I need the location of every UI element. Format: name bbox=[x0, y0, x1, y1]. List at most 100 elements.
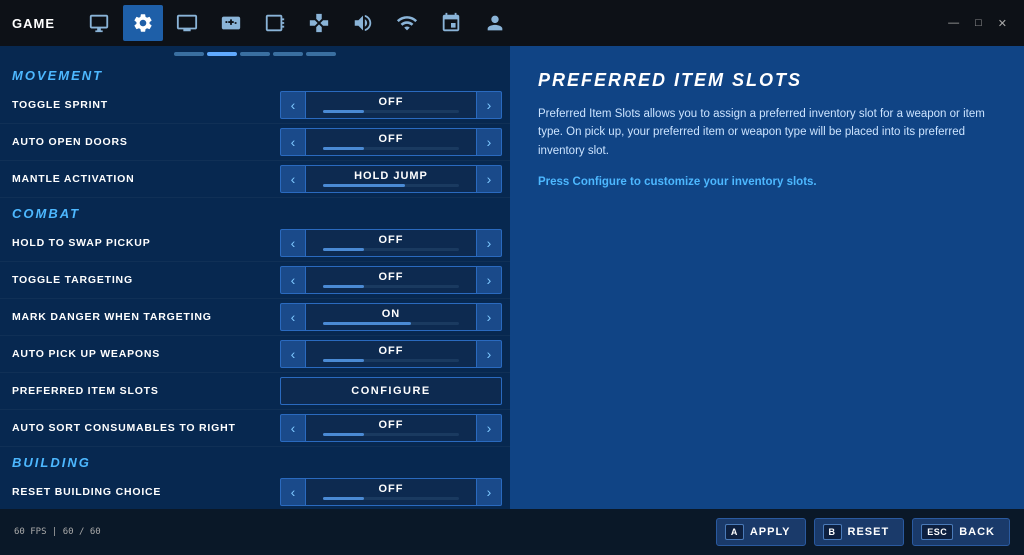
toggle-sprint-row: TOGGLE SPRINT ‹ OFF › bbox=[0, 87, 510, 124]
auto-pick-up-value-box: OFF bbox=[306, 340, 476, 368]
toggle-targeting-left-arrow[interactable]: ‹ bbox=[280, 266, 306, 294]
controller2-nav-icon[interactable] bbox=[431, 5, 471, 41]
apply-button[interactable]: A APPLY bbox=[716, 518, 806, 546]
apply-label: APPLY bbox=[750, 526, 791, 538]
reset-building-value: OFF bbox=[379, 484, 404, 495]
toggle-targeting-slider bbox=[323, 285, 459, 288]
display-nav-icon[interactable] bbox=[167, 5, 207, 41]
hold-to-swap-left-arrow[interactable]: ‹ bbox=[280, 229, 306, 257]
reset-button[interactable]: B RESET bbox=[814, 518, 905, 546]
toggle-targeting-fill bbox=[323, 285, 364, 288]
auto-pick-up-right-arrow[interactable]: › bbox=[476, 340, 502, 368]
right-panel-title: PREFERRED ITEM SLOTS bbox=[538, 70, 996, 91]
back-button[interactable]: ESC BACK bbox=[912, 518, 1010, 546]
mark-danger-control: ‹ ON › bbox=[280, 303, 502, 331]
reset-building-right-arrow[interactable]: › bbox=[476, 478, 502, 506]
auto-open-doors-fill bbox=[323, 147, 364, 150]
mark-danger-right-arrow[interactable]: › bbox=[476, 303, 502, 331]
preferred-item-slots-configure-btn[interactable]: CONFIGURE bbox=[280, 377, 502, 405]
auto-open-doors-slider bbox=[323, 147, 459, 150]
auto-pick-up-slider bbox=[323, 359, 459, 362]
toggle-targeting-value-box: OFF bbox=[306, 266, 476, 294]
minimize-btn[interactable]: — bbox=[943, 15, 964, 32]
auto-sort-left-arrow[interactable]: ‹ bbox=[280, 414, 306, 442]
right-panel-config-link[interactable]: Press Configure to customize your invent… bbox=[538, 176, 996, 188]
hold-to-swap-slider bbox=[323, 248, 459, 251]
toggle-sprint-control: ‹ OFF › bbox=[280, 91, 502, 119]
toggle-sprint-fill bbox=[323, 110, 364, 113]
auto-pick-up-row: AUTO PICK UP WEAPONS ‹ OFF › bbox=[0, 336, 510, 373]
toggle-sprint-value: OFF bbox=[379, 97, 404, 108]
audio-nav-icon[interactable] bbox=[343, 5, 383, 41]
toggle-sprint-right-arrow[interactable]: › bbox=[476, 91, 502, 119]
auto-pick-up-value: OFF bbox=[379, 346, 404, 357]
mantle-activation-right-arrow[interactable]: › bbox=[476, 165, 502, 193]
auto-sort-fill bbox=[323, 433, 364, 436]
keyboard-nav-icon[interactable] bbox=[211, 5, 251, 41]
toggle-targeting-value: OFF bbox=[379, 272, 404, 283]
mantle-activation-control: ‹ HOLD JUMP › bbox=[280, 165, 502, 193]
toggle-sprint-slider bbox=[323, 110, 459, 113]
scroll-dot-1 bbox=[174, 52, 204, 56]
close-btn[interactable]: ✕ bbox=[993, 15, 1012, 32]
right-panel: PREFERRED ITEM SLOTS Preferred Item Slot… bbox=[510, 46, 1024, 509]
mantle-activation-value: HOLD JUMP bbox=[354, 171, 428, 182]
combat-heading: COMBAT bbox=[0, 198, 510, 225]
scroll-indicator bbox=[0, 46, 510, 60]
hold-to-swap-row: HOLD TO SWAP PICKUP ‹ OFF › bbox=[0, 225, 510, 262]
preferred-item-slots-configure-text: CONFIGURE bbox=[351, 385, 431, 397]
network-nav-icon[interactable] bbox=[387, 5, 427, 41]
hold-to-swap-value: OFF bbox=[379, 235, 404, 246]
toggle-sprint-left-arrow[interactable]: ‹ bbox=[280, 91, 306, 119]
auto-pick-up-control: ‹ OFF › bbox=[280, 340, 502, 368]
scroll-dot-2 bbox=[207, 52, 237, 56]
right-panel-description: Preferred Item Slots allows you to assig… bbox=[538, 105, 996, 160]
keyboard2-nav-icon[interactable] bbox=[255, 5, 295, 41]
hold-to-swap-control: ‹ OFF › bbox=[280, 229, 502, 257]
reset-label: RESET bbox=[848, 526, 890, 538]
auto-pick-up-left-arrow[interactable]: ‹ bbox=[280, 340, 306, 368]
auto-open-doors-value: OFF bbox=[379, 134, 404, 145]
auto-sort-value-box: OFF bbox=[306, 414, 476, 442]
reset-building-value-box: OFF bbox=[306, 478, 476, 506]
movement-heading: MOVEMENT bbox=[0, 60, 510, 87]
preferred-item-slots-label: PREFERRED ITEM SLOTS bbox=[12, 385, 280, 397]
window-controls: — □ ✕ bbox=[943, 15, 1012, 32]
fps-display: 60 FPS | 60 / 60 bbox=[14, 527, 101, 537]
preferred-item-slots-control: CONFIGURE bbox=[280, 377, 502, 405]
building-heading: BUILDING bbox=[0, 447, 510, 474]
auto-open-doors-right-arrow[interactable]: › bbox=[476, 128, 502, 156]
mark-danger-fill bbox=[323, 322, 411, 325]
reset-building-slider bbox=[323, 497, 459, 500]
gear-nav-icon[interactable] bbox=[123, 5, 163, 41]
toggle-targeting-label: TOGGLE TARGETING bbox=[12, 274, 280, 286]
mantle-activation-left-arrow[interactable]: ‹ bbox=[280, 165, 306, 193]
mark-danger-value: ON bbox=[382, 309, 401, 320]
preferred-item-slots-row: PREFERRED ITEM SLOTS CONFIGURE bbox=[0, 373, 510, 410]
toggle-sprint-value-box: OFF bbox=[306, 91, 476, 119]
reset-building-label: RESET BUILDING CHOICE bbox=[12, 486, 280, 498]
auto-sort-right-arrow[interactable]: › bbox=[476, 414, 502, 442]
hold-to-swap-label: HOLD TO SWAP PICKUP bbox=[12, 237, 280, 249]
auto-open-doors-left-arrow[interactable]: ‹ bbox=[280, 128, 306, 156]
hold-to-swap-fill bbox=[323, 248, 364, 251]
top-bar: GAME bbox=[0, 0, 1024, 46]
scroll-dot-3 bbox=[240, 52, 270, 56]
gamepad-nav-icon[interactable] bbox=[299, 5, 339, 41]
reset-key: B bbox=[823, 524, 842, 540]
reset-building-left-arrow[interactable]: ‹ bbox=[280, 478, 306, 506]
toggle-targeting-right-arrow[interactable]: › bbox=[476, 266, 502, 294]
auto-open-doors-value-box: OFF bbox=[306, 128, 476, 156]
user-nav-icon[interactable] bbox=[475, 5, 515, 41]
auto-sort-label: AUTO SORT CONSUMABLES TO RIGHT bbox=[12, 422, 280, 434]
auto-sort-value: OFF bbox=[379, 420, 404, 431]
app-title: GAME bbox=[12, 16, 55, 31]
mantle-activation-row: MANTLE ACTIVATION ‹ HOLD JUMP › bbox=[0, 161, 510, 198]
monitor-nav-icon[interactable] bbox=[79, 5, 119, 41]
hold-to-swap-right-arrow[interactable]: › bbox=[476, 229, 502, 257]
bottom-actions: A APPLY B RESET ESC BACK bbox=[716, 518, 1010, 546]
mark-danger-left-arrow[interactable]: ‹ bbox=[280, 303, 306, 331]
mantle-activation-slider bbox=[323, 184, 459, 187]
maximize-btn[interactable]: □ bbox=[970, 15, 987, 32]
auto-sort-control: ‹ OFF › bbox=[280, 414, 502, 442]
